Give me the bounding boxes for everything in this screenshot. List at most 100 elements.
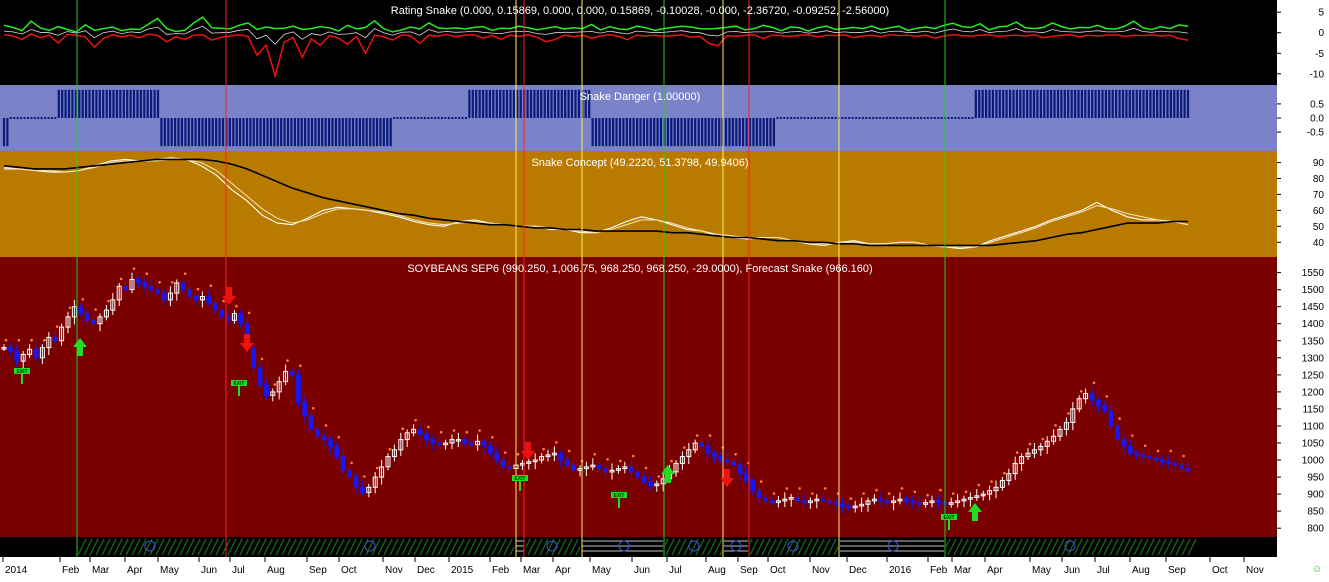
danger-bar [2,118,6,147]
forecast-dot [4,338,8,342]
candle-body [91,319,97,325]
forecast-dot [657,475,661,478]
danger-bar [937,117,940,119]
danger-bar [358,118,361,147]
forecast-dot [273,383,277,386]
forecast-dot [196,287,200,291]
danger-bar [403,117,406,119]
danger-bar [899,117,902,119]
candle-body [1134,452,1140,456]
danger-bar [156,89,160,118]
danger-bar [659,118,663,147]
danger-bar [461,117,464,119]
danger-bar [622,118,625,147]
danger-bar [9,117,12,119]
candle-body [487,445,493,454]
danger-bar [276,118,279,147]
danger-bar [738,118,741,147]
date-tick-label: Nov [812,565,830,576]
danger-bar [529,89,533,118]
danger-bar [228,118,231,147]
danger-bar [191,118,194,147]
forecast-dot [1092,381,1096,385]
candle-body [33,348,39,359]
danger-bar [37,117,40,119]
candle-body [884,500,890,504]
danger-bar [656,118,659,147]
danger-bar [105,89,108,118]
danger-bar [872,117,875,119]
candle-body [340,456,346,471]
danger-bar [536,89,539,118]
date-tick-label: Jun [634,565,650,576]
danger-bar [889,117,892,119]
forecast-dot [951,492,955,495]
price-tick-label: 950 [1307,473,1324,484]
price-tick-label: 1500 [1302,285,1325,296]
candle-body [910,500,916,504]
danger-bar [389,118,392,147]
danger-bar [851,117,854,119]
forecast-dot [555,441,558,444]
candle-body [596,464,602,470]
danger-bar [1091,89,1094,118]
danger-bar [673,118,676,147]
danger-bar [180,118,183,147]
candle-body [430,439,436,444]
danger-bar [30,117,33,119]
danger-bar [786,117,789,119]
date-tick-label: Aug [708,565,726,576]
candle-body [1185,468,1191,471]
danger-bar [557,89,560,118]
danger-bar [365,118,368,147]
forecast-dot [516,453,520,456]
danger-bar [286,118,290,147]
exit-tag-label: EXIT [16,369,27,375]
danger-bar [1002,89,1005,118]
danger-bar [855,117,858,119]
forecast-dot [350,461,353,465]
danger-bar [779,117,782,119]
forecast-dot [1131,434,1134,437]
danger-bar [410,117,413,119]
forecast-dot [183,272,187,276]
danger-bar [615,118,618,147]
candle-body [462,439,468,444]
danger-bar [194,118,197,147]
forecast-dot [1182,454,1185,458]
forecast-dot [670,459,673,463]
danger-bar [564,89,567,118]
danger-bar [78,89,81,118]
candle-body [820,498,826,502]
candle-body [1095,399,1101,406]
danger-bar [950,117,953,119]
forecast-dot [926,493,929,497]
candle-body [327,439,333,447]
forecast-dot [772,492,776,495]
candle-body [219,309,225,318]
danger-bar [1145,89,1148,118]
candle-body [238,313,244,325]
danger-bar [653,118,656,147]
danger-bar [704,118,707,147]
candle-body [827,500,833,504]
danger-bar [471,89,474,118]
forecast-dot [299,364,302,368]
danger-bar [198,118,201,147]
danger-bar [33,117,36,119]
danger-bar [916,117,919,119]
danger-bar [968,117,970,119]
forecast-dot [593,453,597,456]
danger-bar [1070,89,1073,118]
danger-bar [1080,89,1083,118]
danger-bar [543,89,546,118]
sell-arrow-stem [244,334,250,343]
sell-arrow-stem [226,287,232,296]
danger-bar [447,117,450,119]
danger-bar [338,118,341,147]
danger-bar [861,117,864,119]
danger-bar [249,118,252,147]
candle-body [225,316,231,321]
price-tick-label: 1550 [1302,268,1325,279]
danger-bar [1043,89,1046,118]
